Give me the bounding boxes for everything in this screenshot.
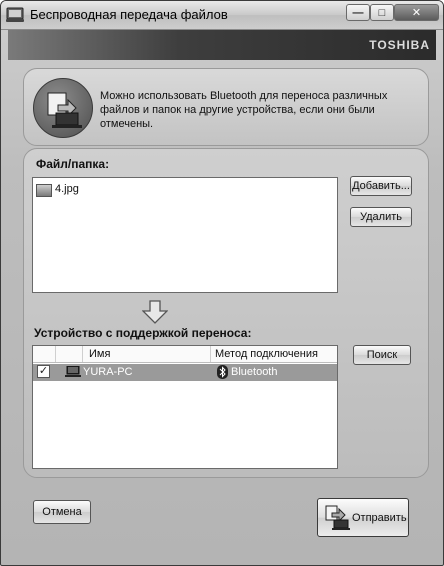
device-checkbox[interactable]: ✓ — [37, 365, 50, 378]
minimize-button[interactable]: — — [346, 4, 370, 21]
files-label: Файл/папка: — [36, 157, 110, 171]
device-connection-method: Bluetooth — [231, 366, 278, 378]
column-check[interactable] — [33, 346, 56, 362]
cancel-button[interactable]: Отмена — [33, 500, 91, 524]
close-icon: ✕ — [411, 7, 422, 19]
arrow-down-icon — [142, 300, 168, 324]
send-icon — [325, 505, 350, 530]
table-row[interactable]: ✓ YURA-PC Bluetooth — [33, 364, 337, 381]
maximize-button[interactable]: □ — [370, 4, 394, 21]
computer-icon — [65, 366, 81, 377]
device-list[interactable]: Имя Метод подключения ✓ YURA-PC Bluetoot… — [32, 345, 338, 469]
minimize-icon: — — [352, 7, 364, 19]
brand-banner: TOSHIBA — [8, 30, 436, 60]
device-name: YURA-PC — [83, 366, 133, 378]
column-type[interactable] — [56, 346, 83, 362]
info-panel: Можно использовать Bluetooth для перенос… — [23, 68, 429, 146]
column-name[interactable]: Имя — [83, 346, 211, 362]
maximize-icon: □ — [378, 7, 386, 19]
file-name: 4.jpg — [55, 183, 79, 195]
info-text: Можно использовать Bluetooth для перенос… — [100, 90, 388, 130]
app-window: Беспроводная передача файлов — □ ✕ TOSHI… — [0, 0, 444, 566]
device-list-header: Имя Метод подключения — [33, 346, 337, 363]
file-transfer-icon — [33, 78, 93, 138]
search-devices-button[interactable]: Поиск — [353, 345, 411, 365]
add-file-button[interactable]: Добавить... — [350, 176, 412, 196]
file-list[interactable]: 4.jpg — [32, 177, 338, 293]
bluetooth-icon — [217, 365, 228, 379]
title-bar[interactable]: Беспроводная передача файлов — □ ✕ — [1, 1, 443, 30]
brand-logo: TOSHIBA — [369, 38, 430, 52]
window-title: Беспроводная передача файлов — [30, 7, 228, 22]
transfer-graphic — [47, 92, 82, 128]
devices-label: Устройство с поддержкой переноса: — [34, 326, 252, 340]
send-button-label: Отправить — [352, 512, 407, 524]
column-method[interactable]: Метод подключения — [212, 346, 336, 362]
transfer-panel: Файл/папка: 4.jpg Добавить... Удалить Ус… — [23, 148, 429, 478]
close-button[interactable]: ✕ — [394, 4, 439, 21]
remove-file-button[interactable]: Удалить — [350, 207, 412, 227]
send-button[interactable]: Отправить — [317, 498, 409, 537]
app-icon — [6, 7, 24, 22]
image-file-icon — [36, 184, 52, 197]
